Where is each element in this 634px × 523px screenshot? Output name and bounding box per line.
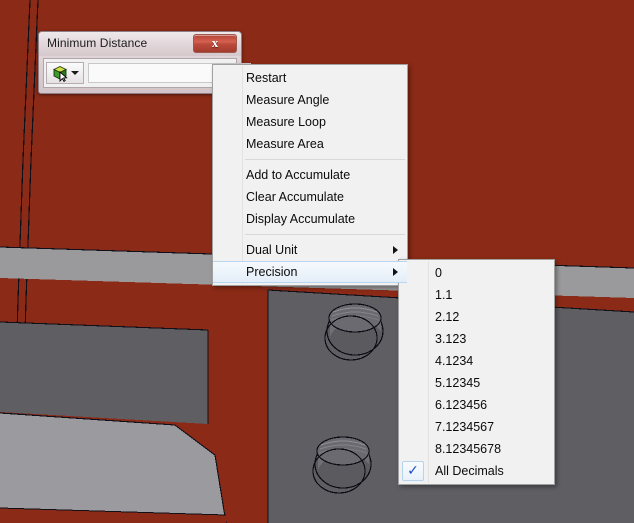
menu-item-dual-unit-label: Dual Unit [246,243,298,257]
menu-item-measure-angle[interactable]: Measure Angle [213,89,407,111]
check-icon: ✓ [407,463,419,479]
precision-option-1[interactable]: 1.1 [399,284,554,306]
menu-item-add-to-accumulate[interactable]: Add to Accumulate [213,164,407,186]
precision-option-3[interactable]: 3.123 [399,328,554,350]
precision-option-5[interactable]: 5.12345 [399,372,554,394]
precision-option-all-decimals[interactable]: ✓ All Decimals [399,460,554,482]
dialog-title: Minimum Distance [47,36,148,50]
surface-slab-left [0,322,208,424]
application-screen: Minimum Distance x Restart Measure Angle… [0,0,634,523]
measure-context-menu: Restart Measure Angle Measure Loop Measu… [212,64,408,286]
dialog-titlebar[interactable]: Minimum Distance x [39,32,241,56]
precision-option-2[interactable]: 2.12 [399,306,554,328]
precision-option-all-decimals-label: All Decimals [435,464,504,478]
menu-item-measure-area[interactable]: Measure Area [213,133,407,155]
chevron-right-icon [393,268,398,276]
green-cube-select-icon [52,65,68,82]
menu-item-restart[interactable]: Restart [213,67,407,89]
precision-option-4[interactable]: 4.1234 [399,350,554,372]
menu-item-clear-accumulate[interactable]: Clear Accumulate [213,186,407,208]
chevron-down-icon [70,71,79,75]
precision-option-8[interactable]: 8.12345678 [399,438,554,460]
measure-mode-button[interactable] [46,62,84,84]
close-icon: x [211,35,219,50]
menu-separator-2 [245,234,405,235]
menu-item-precision[interactable]: Precision [213,261,407,283]
menu-item-display-accumulate[interactable]: Display Accumulate [213,208,407,230]
chevron-right-icon [393,246,398,254]
precision-option-7[interactable]: 7.1234567 [399,416,554,438]
menu-separator-1 [245,159,405,160]
precision-option-6[interactable]: 6.123456 [399,394,554,416]
menu-item-precision-label: Precision [246,265,298,279]
menu-item-measure-loop[interactable]: Measure Loop [213,111,407,133]
close-button[interactable]: x [193,34,237,53]
precision-option-0[interactable]: 0 [399,262,554,284]
menu-item-dual-unit[interactable]: Dual Unit [213,239,407,261]
checked-indicator: ✓ [402,461,424,481]
precision-submenu: 0 1.1 2.12 3.123 4.1234 5.12345 6.123456… [398,259,555,485]
dialog-body [43,58,251,88]
